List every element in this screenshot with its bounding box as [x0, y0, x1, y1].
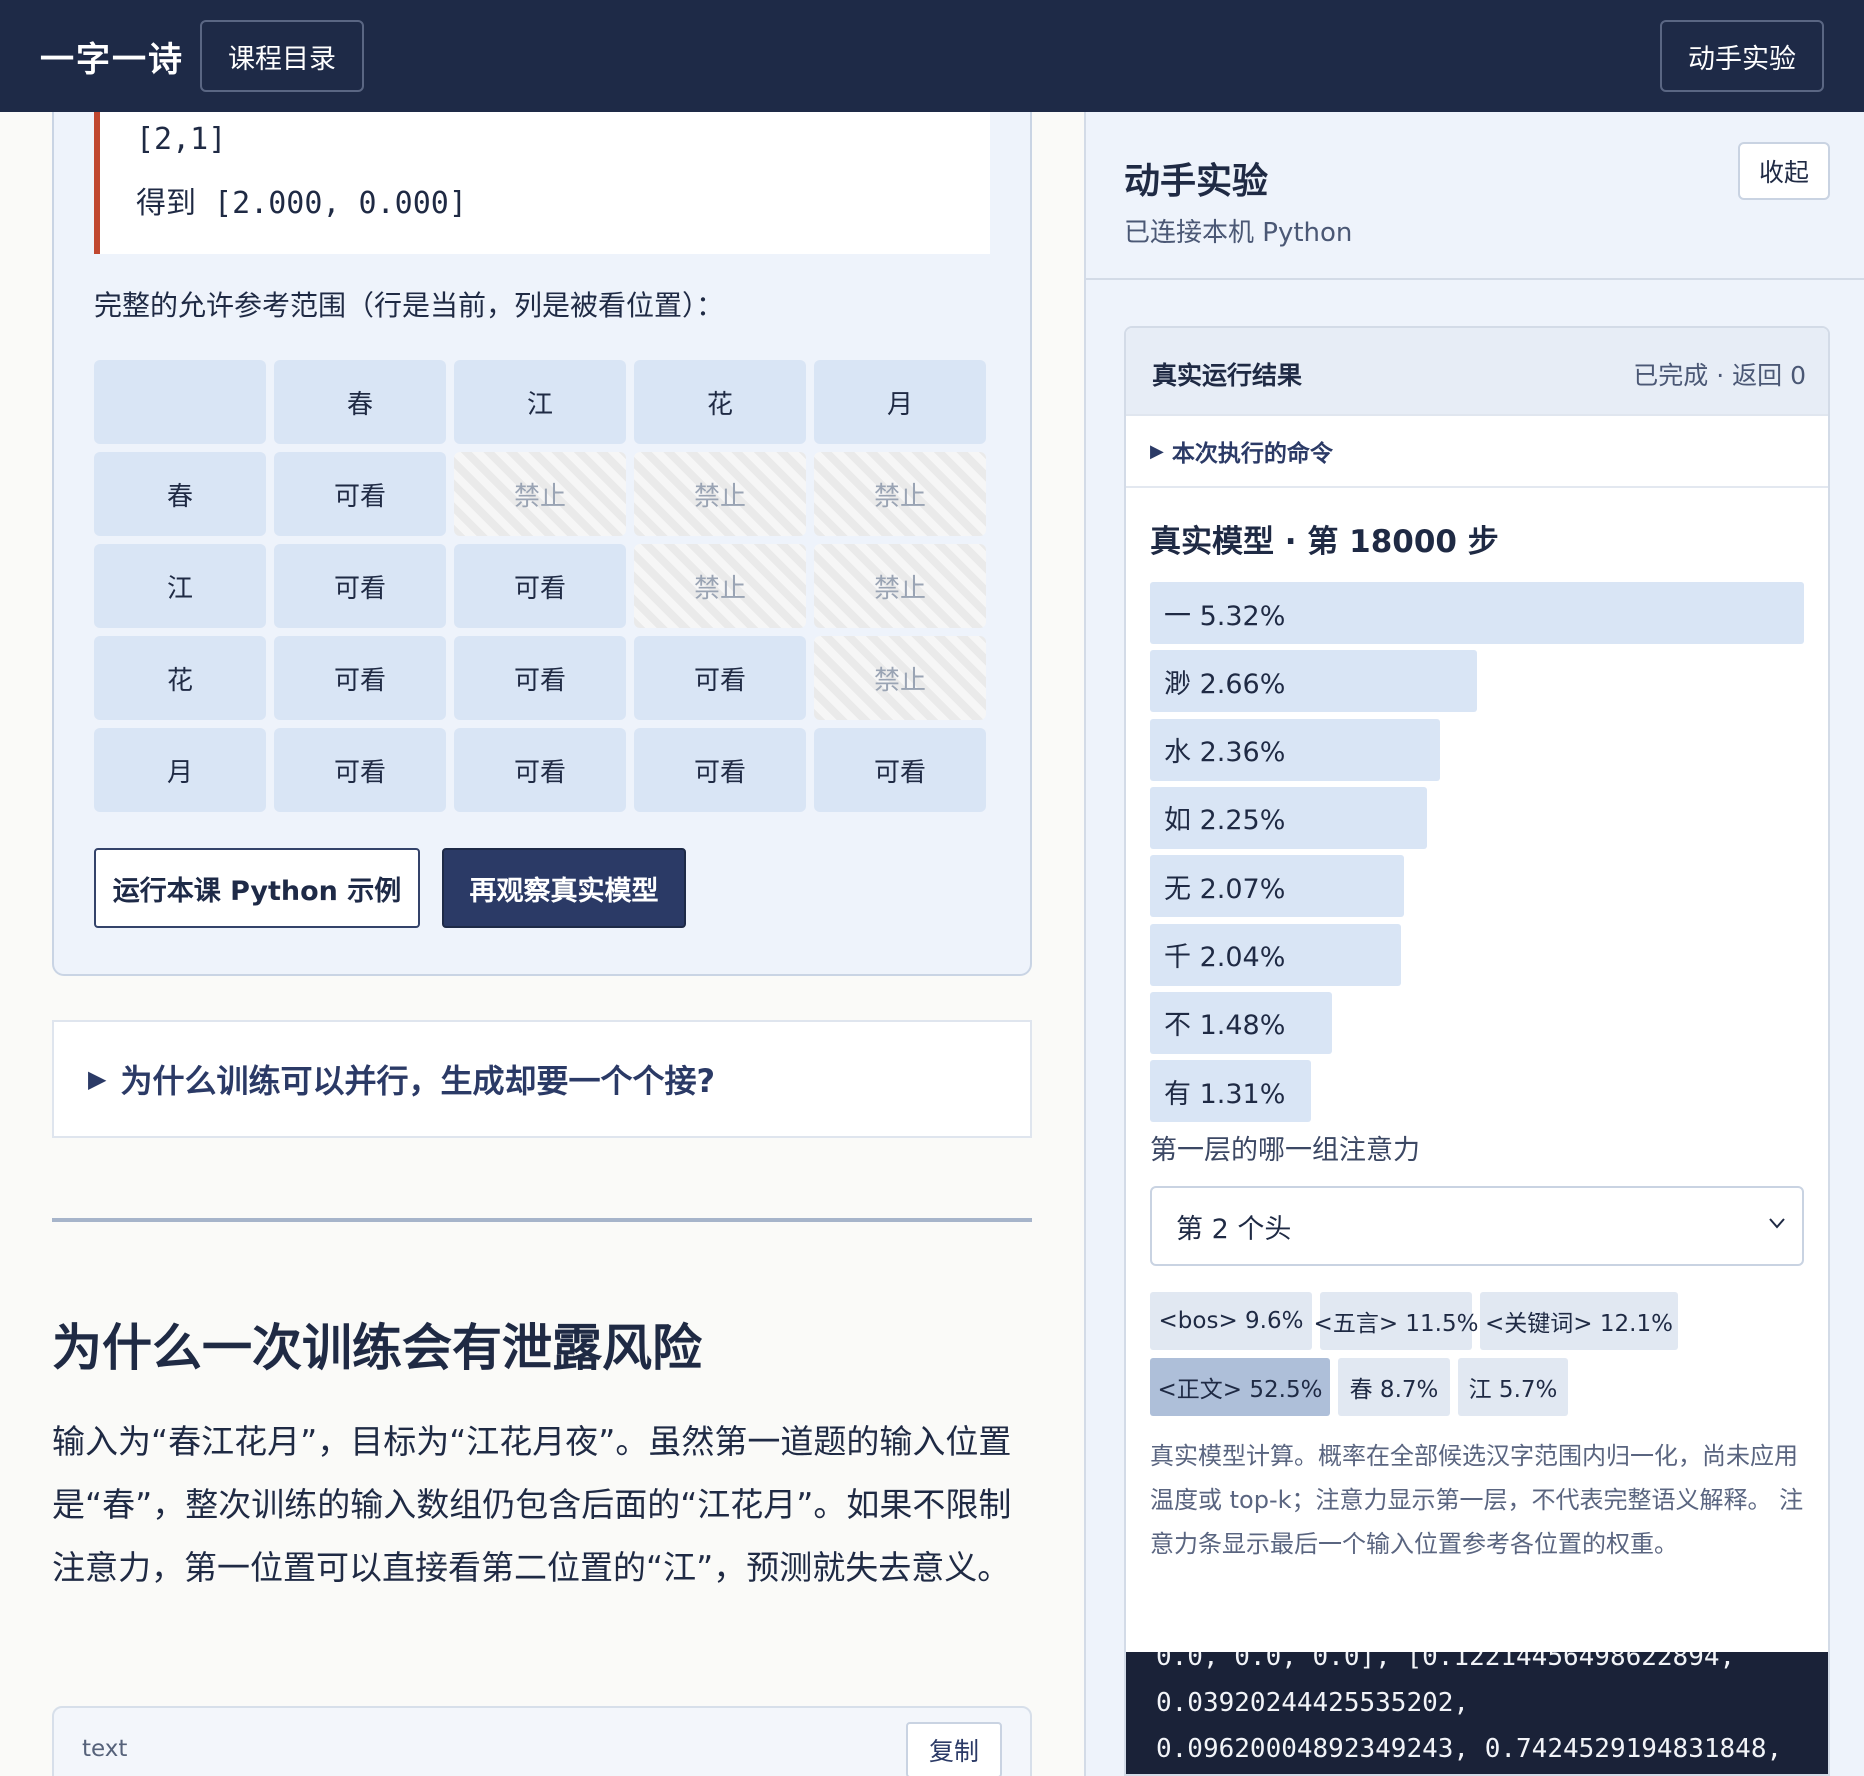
grid-column-header: 春	[274, 360, 446, 444]
grid-corner-cell	[94, 360, 266, 444]
lab-button[interactable]: 动手实验	[1660, 20, 1824, 92]
prediction-bar: 千 2.04%	[1150, 923, 1401, 986]
model-note: 真实模型计算。概率在全部候选汉字范围内归一化，尚未应用温度或 top-k；注意力…	[1150, 1442, 1804, 1558]
collapse-button[interactable]: 收起	[1738, 142, 1830, 200]
attention-head-label: 第一层的哪一组注意力	[1150, 1135, 1420, 1166]
grid-column-header: 江	[454, 360, 626, 444]
prediction-bar: 水 2.36%	[1150, 718, 1441, 781]
code-language-label: text	[82, 1736, 128, 1762]
prediction-bar: 无 2.07%	[1150, 855, 1405, 918]
prediction-bar: 渺 2.66%	[1150, 650, 1477, 713]
attention-chip: <关键词> 12.1%	[1480, 1292, 1678, 1350]
attention-head-select[interactable]: 第 2 个头	[1150, 1186, 1804, 1266]
attention-chip: 春 8.7%	[1338, 1358, 1450, 1416]
grid-row-header: 月	[94, 728, 266, 812]
result-status: 已完成 · 返回 0	[1633, 361, 1806, 390]
grid-column-header: 花	[634, 360, 806, 444]
model-step-title: 真实模型 · 第 18000 步	[1150, 524, 1499, 560]
command-details-summary[interactable]: ▶ 本次执行的命令	[1126, 416, 1828, 488]
head-select-value: 第 2 个头	[1176, 1213, 1292, 1245]
range-caption: 完整的允许参考范围（行是当前，列是被看位置）：	[94, 289, 725, 322]
grid-cell: 禁止	[814, 544, 986, 628]
prediction-bar: 不 1.48%	[1150, 991, 1332, 1054]
section-divider	[52, 1218, 1032, 1222]
output-console: 0.0, 0.0, 0.0], [0.12214456498622894, 0.0…	[1126, 1652, 1828, 1774]
catalog-button[interactable]: 课程目录	[200, 20, 364, 92]
grid-column-header: 月	[814, 360, 986, 444]
disclosure-triangle-icon: ▶	[88, 1065, 107, 1093]
attention-chip: <正文> 52.5%	[1150, 1358, 1330, 1416]
grid-cell: 可看	[274, 452, 446, 536]
grid-cell: 可看	[274, 544, 446, 628]
top-bar: 一字一诗 课程目录 动手实验	[0, 0, 1864, 112]
lesson-paragraph: 输入为“春江花月”，目标为“江花月夜”。虽然第一道题的输入位置是“春”，整次训练…	[52, 1422, 1012, 1587]
lab-panel: 动手实验 已连接本机 Python 收起 真实运行结果 已完成 · 返回 0 ▶…	[1084, 112, 1864, 1776]
grid-cell: 禁止	[634, 452, 806, 536]
console-line: 0.09620004892349243, 0.7424529194831848,	[1156, 1734, 1783, 1764]
lab-panel-header: 动手实验 已连接本机 Python 收起	[1086, 112, 1864, 280]
run-python-example-button[interactable]: 运行本课 Python 示例	[94, 848, 420, 928]
chevron-down-icon	[1769, 1218, 1785, 1229]
attention-chip: <bos> 9.6%	[1150, 1292, 1312, 1350]
prediction-bar: 有 1.31%	[1150, 1060, 1312, 1123]
grid-cell: 可看	[814, 728, 986, 812]
grid-cell: 禁止	[814, 452, 986, 536]
copy-button[interactable]: 复制	[906, 1722, 1002, 1776]
observe-real-model-button[interactable]: 再观察真实模型	[442, 848, 686, 928]
prediction-bar: 一 5.32%	[1150, 582, 1804, 644]
details-summary-text: 为什么训练可以并行，生成却要一个个接?	[120, 1062, 716, 1100]
grid-cell: 禁止	[814, 636, 986, 720]
attention-chip: 江 5.7%	[1458, 1358, 1568, 1416]
grid-cell: 可看	[274, 636, 446, 720]
grid-cell: 可看	[454, 728, 626, 812]
result-header: 真实运行结果 已完成 · 返回 0	[1126, 328, 1828, 416]
grid-cell: 禁止	[454, 452, 626, 536]
grid-cell: 可看	[454, 544, 626, 628]
attention-chip: <五言> 11.5%	[1314, 1292, 1478, 1350]
run-result-card: 真实运行结果 已完成 · 返回 0 ▶ 本次执行的命令 真实模型 · 第 180…	[1124, 326, 1830, 1776]
console-line: 0.03920244425535202,	[1156, 1688, 1470, 1718]
lab-panel-title: 动手实验	[1124, 161, 1269, 202]
grid-row-header: 江	[94, 544, 266, 628]
attention-mask-grid: 春江花月春可看 禁止 禁止 禁止江可看 可看 禁止 禁止花可看 可看 可看 禁止月可看 可看 可看 可看	[94, 360, 990, 812]
disclosure-triangle-icon: ▶	[1150, 440, 1164, 462]
console-line: 0.0, 0.0, 0.0], [0.12214456498622894,	[1156, 1652, 1736, 1672]
section-title: 为什么一次训练会有泄露风险	[52, 1319, 702, 1377]
code-line: [2,1]	[136, 122, 227, 157]
grid-row-header: 春	[94, 452, 266, 536]
details-summary-parallel[interactable]: ▶ 为什么训练可以并行，生成却要一个个接?	[52, 1020, 1032, 1138]
grid-cell: 可看	[634, 728, 806, 812]
grid-cell: 禁止	[634, 544, 806, 628]
command-summary-text: 本次执行的命令	[1171, 441, 1333, 467]
connection-status: 已连接本机 Python	[1124, 218, 1353, 248]
result-title: 真实运行结果	[1152, 361, 1303, 390]
grid-cell: 可看	[634, 636, 806, 720]
grid-cell: 可看	[274, 728, 446, 812]
brand-logo[interactable]: 一字一诗	[40, 32, 184, 81]
grid-row-header: 花	[94, 636, 266, 720]
grid-cell: 可看	[454, 636, 626, 720]
code-output-block: [2,1] 得到 [2.000, 0.000]	[94, 112, 990, 254]
prediction-bar: 如 2.25%	[1150, 786, 1427, 849]
text-code-block: text 复制	[52, 1706, 1032, 1776]
code-line: 得到 [2.000, 0.000]	[136, 186, 467, 221]
